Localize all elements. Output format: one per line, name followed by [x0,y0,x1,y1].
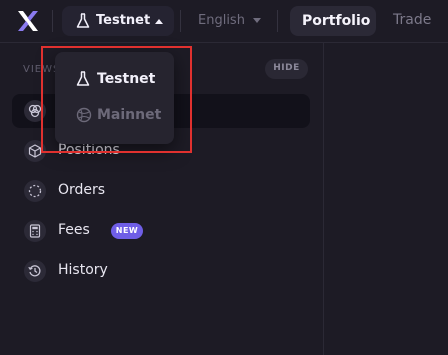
top-bar: Testnet English Portfolio Trade [0,0,448,43]
new-badge: NEW [111,223,143,239]
cube-icon [24,140,46,162]
panel-divider [323,43,324,355]
flask-icon [76,71,90,86]
sidebar-item-label: Positions [58,142,120,158]
hide-sidebar-label: HIDE [273,63,300,73]
divider [180,10,181,32]
sidebar-item-fees[interactable]: Fees NEW [12,214,310,248]
sidebar-item-orders[interactable]: Orders [12,174,310,208]
network-option-mainnet[interactable]: Mainnet [55,100,174,130]
sidebar-item-label: Fees [58,222,90,238]
tab-portfolio[interactable]: Portfolio [290,6,376,36]
hide-sidebar-button[interactable]: HIDE [265,59,308,79]
new-badge-label: NEW [115,226,139,235]
divider [52,10,53,32]
sidebar-item-label: Orders [58,182,106,198]
dashed-circle-icon [24,180,46,202]
x-logo-icon[interactable] [16,9,40,33]
caret-up-icon [155,19,163,24]
overview-icon [24,100,46,122]
sidebar-item-history[interactable]: History [12,254,310,288]
network-option-label: Testnet [97,71,156,87]
network-selector-label: Testnet [96,13,151,28]
divider [277,10,278,32]
network-option-testnet[interactable]: Testnet [55,64,174,94]
language-selector[interactable]: English [198,13,245,28]
calculator-icon [24,220,46,242]
history-icon [24,260,46,282]
sidebar-item-label: History [58,262,108,278]
caret-down-icon [253,18,261,23]
globe-icon [76,107,92,123]
tab-trade[interactable]: Trade [393,12,431,28]
network-option-label: Mainnet [97,107,162,123]
tab-portfolio-label: Portfolio [302,13,371,29]
network-dropdown-menu: Testnet Mainnet [55,52,174,144]
network-selector-button[interactable]: Testnet [62,6,174,36]
flask-icon [76,13,90,28]
